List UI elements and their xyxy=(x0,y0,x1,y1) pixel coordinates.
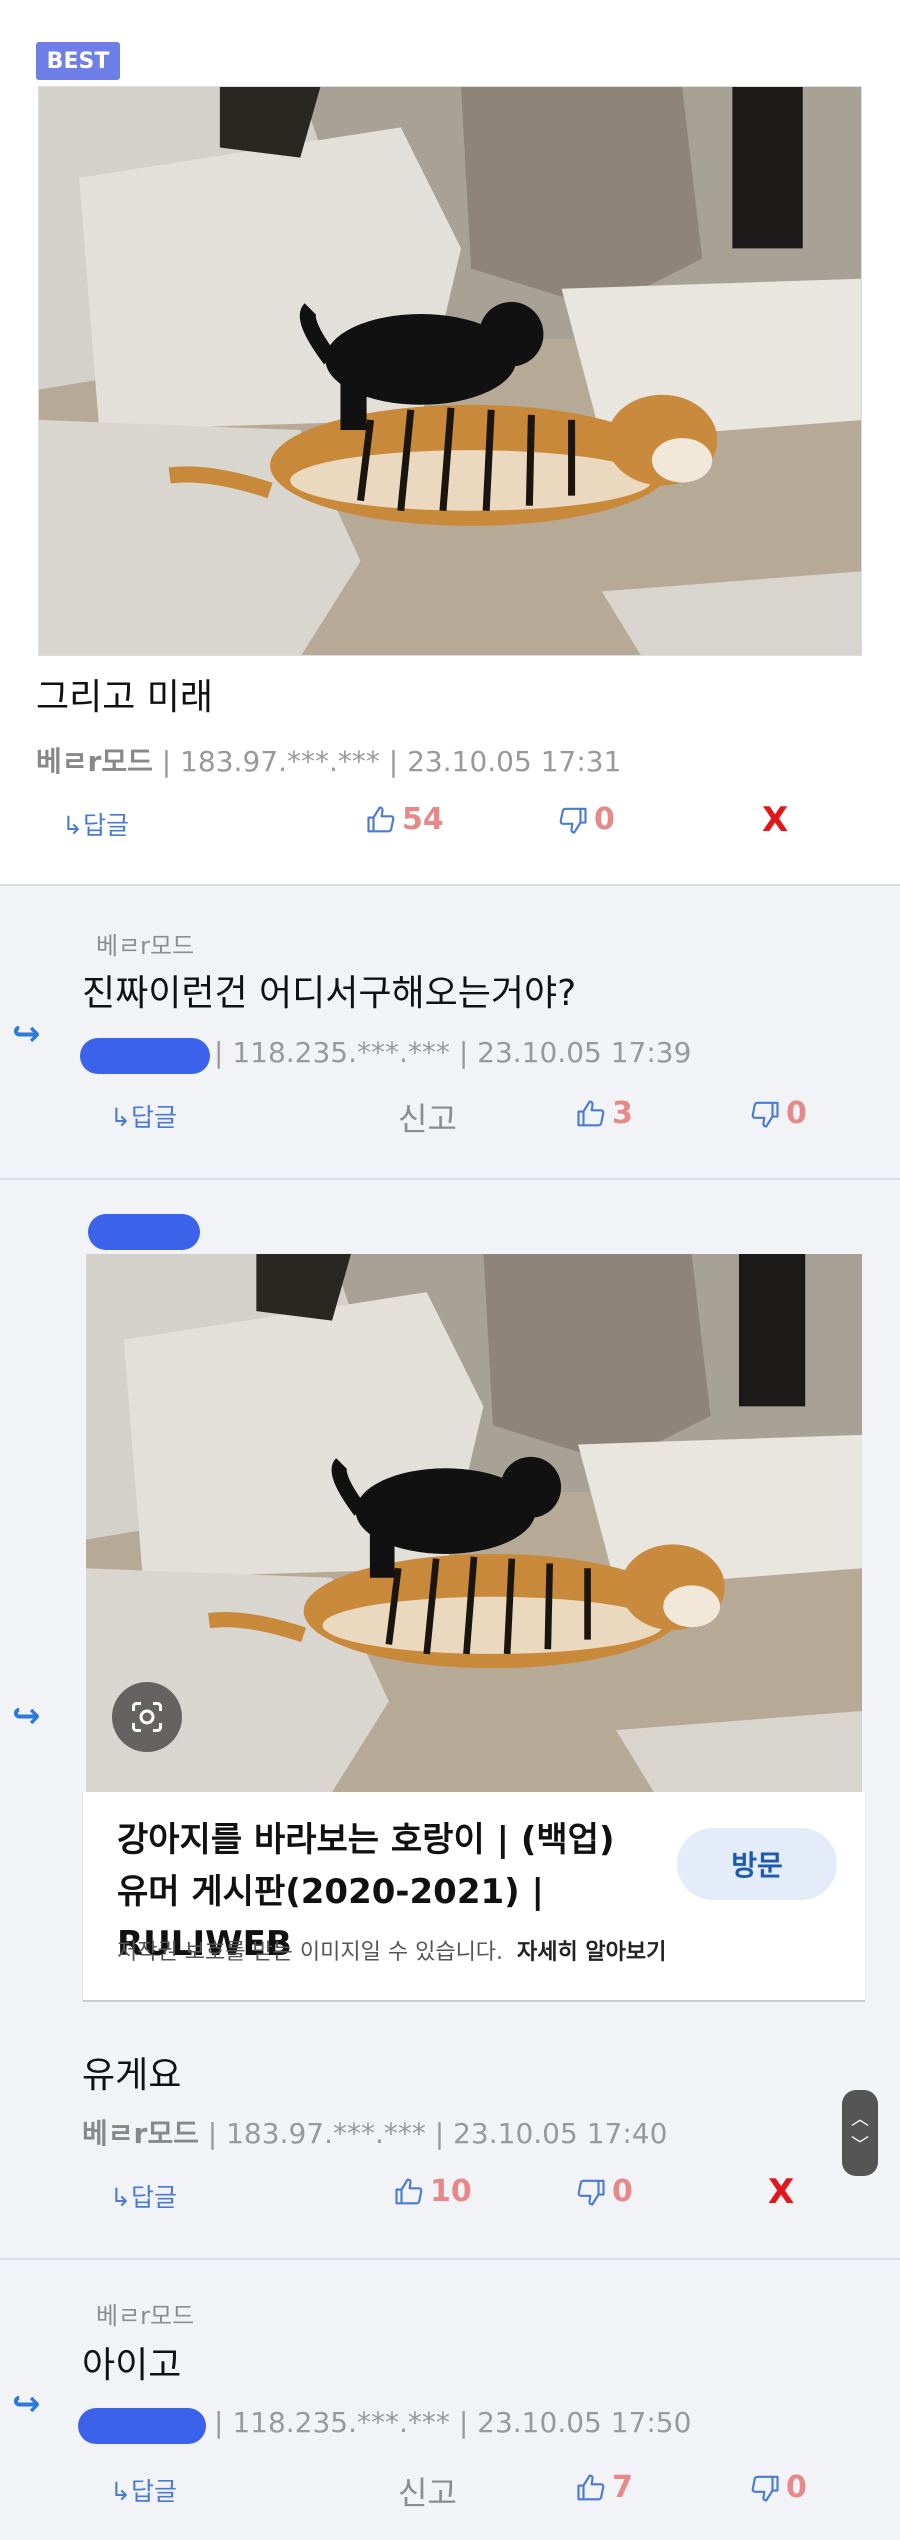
reply-text: 유게요 xyxy=(82,2055,182,2096)
reply-arrow-icon: ↪ xyxy=(12,2384,41,2424)
dislike-button[interactable]: 0 xyxy=(750,2470,807,2505)
reply-button[interactable]: ↳답글 xyxy=(62,806,129,842)
reply-button[interactable]: ↳답글 xyxy=(110,2472,177,2508)
reply-arrow-icon: ↪ xyxy=(12,1014,41,1054)
search-result-card[interactable]: 강아지를 바라보는 호랑이 | (백업)유머 게시판(2020-2021) | … xyxy=(82,1792,866,2002)
report-button[interactable]: 신고 xyxy=(398,1094,457,1140)
reply-button[interactable]: ↳답글 xyxy=(110,2178,177,2214)
dislike-button[interactable]: 0 xyxy=(558,802,615,837)
like-count: 3 xyxy=(612,1096,633,1131)
search-result-image[interactable] xyxy=(86,1254,862,1792)
thumbs-up-icon xyxy=(576,1099,606,1129)
reply-arrow-icon: ↪ xyxy=(12,1696,41,1736)
like-count: 54 xyxy=(402,802,444,837)
reply-button[interactable]: ↳답글 xyxy=(110,1098,177,1134)
chevron-down-icon: ﹀ xyxy=(851,2135,869,2156)
like-button[interactable]: 10 xyxy=(394,2174,472,2209)
reply-meta: | 118.235.***.*** | 23.10.05 17:50 xyxy=(214,2406,692,2439)
like-button[interactable]: 7 xyxy=(576,2470,633,2505)
report-button[interactable]: 신고 xyxy=(398,2468,457,2514)
blurred-author xyxy=(80,1038,210,1074)
google-lens-icon[interactable] xyxy=(112,1682,182,1752)
learn-more-link[interactable]: 자세히 알아보기 xyxy=(517,1940,666,1965)
parent-author: 베ㄹr모드 xyxy=(96,932,195,960)
thumbs-down-icon xyxy=(750,1099,780,1129)
dislike-count: 0 xyxy=(786,2470,807,2505)
thumbs-up-icon xyxy=(576,2473,606,2503)
dislike-button[interactable]: 0 xyxy=(576,2174,633,2209)
reply-text: 아이고 xyxy=(82,2345,182,2386)
reply-comment-1: ↪ 베ㄹr모드 진짜이런건 어디서구해오는거야? | 118.235.***.*… xyxy=(0,886,900,1178)
comment-text: 그리고 미래 xyxy=(36,677,214,718)
dislike-count: 0 xyxy=(594,802,615,837)
author-name[interactable]: 베ㄹr모드 xyxy=(36,745,153,778)
like-button[interactable]: 3 xyxy=(576,1096,633,1131)
like-count: 10 xyxy=(430,2174,472,2209)
scroll-handle[interactable]: ︿ ﹀ xyxy=(842,2090,878,2176)
comment-image[interactable] xyxy=(38,86,862,656)
thumbs-down-icon xyxy=(558,805,588,835)
parent-author: 베ㄹr모드 xyxy=(96,2302,195,2330)
reply-comment-3: ↪ 베ㄹr모드 아이고 | 118.235.***.*** | 23.10.05… xyxy=(0,2260,900,2540)
chevron-up-icon: ︿ xyxy=(851,2109,869,2130)
reply-comment-2: ↪ 강아지를 바라보는 호랑이 | (백업)유머 게시판(2020-2021) … xyxy=(0,1180,900,2258)
meta-info: | 183.97.***.*** | 23.10.05 17:31 xyxy=(161,745,622,778)
blurred-author xyxy=(88,1214,200,1250)
meta-info: | 183.97.***.*** | 23.10.05 17:40 xyxy=(207,2117,668,2150)
author-name[interactable]: 베ㄹr모드 xyxy=(82,2117,199,2150)
best-badge: BEST xyxy=(36,42,120,80)
dislike-button[interactable]: 0 xyxy=(750,1096,807,1131)
reply-meta: 베ㄹr모드 | 183.97.***.*** | 23.10.05 17:40 xyxy=(82,2112,667,2152)
blurred-author xyxy=(78,2408,206,2444)
like-button[interactable]: 54 xyxy=(366,802,444,837)
copyright-notice: 저작권 보호를 받는 이미지일 수 있습니다. 자세히 알아보기 xyxy=(117,1940,667,1965)
card-divider xyxy=(83,2000,865,2002)
visit-button[interactable]: 방문 xyxy=(677,1828,837,1900)
reply-meta: | 118.235.***.*** | 23.10.05 17:39 xyxy=(214,1036,692,1069)
thumbs-up-icon xyxy=(394,2177,424,2207)
reply-text: 진짜이런건 어디서구해오는거야? xyxy=(82,973,577,1014)
delete-button[interactable]: X xyxy=(762,800,788,840)
thumbs-down-icon xyxy=(576,2177,606,2207)
thumbs-up-icon xyxy=(366,805,396,835)
dislike-count: 0 xyxy=(786,1096,807,1131)
like-count: 7 xyxy=(612,2470,633,2505)
thumbs-down-icon xyxy=(750,2473,780,2503)
dislike-count: 0 xyxy=(612,2174,633,2209)
delete-button[interactable]: X xyxy=(768,2172,794,2212)
comment-meta: 베ㄹr모드 | 183.97.***.*** | 23.10.05 17:31 xyxy=(36,740,621,780)
